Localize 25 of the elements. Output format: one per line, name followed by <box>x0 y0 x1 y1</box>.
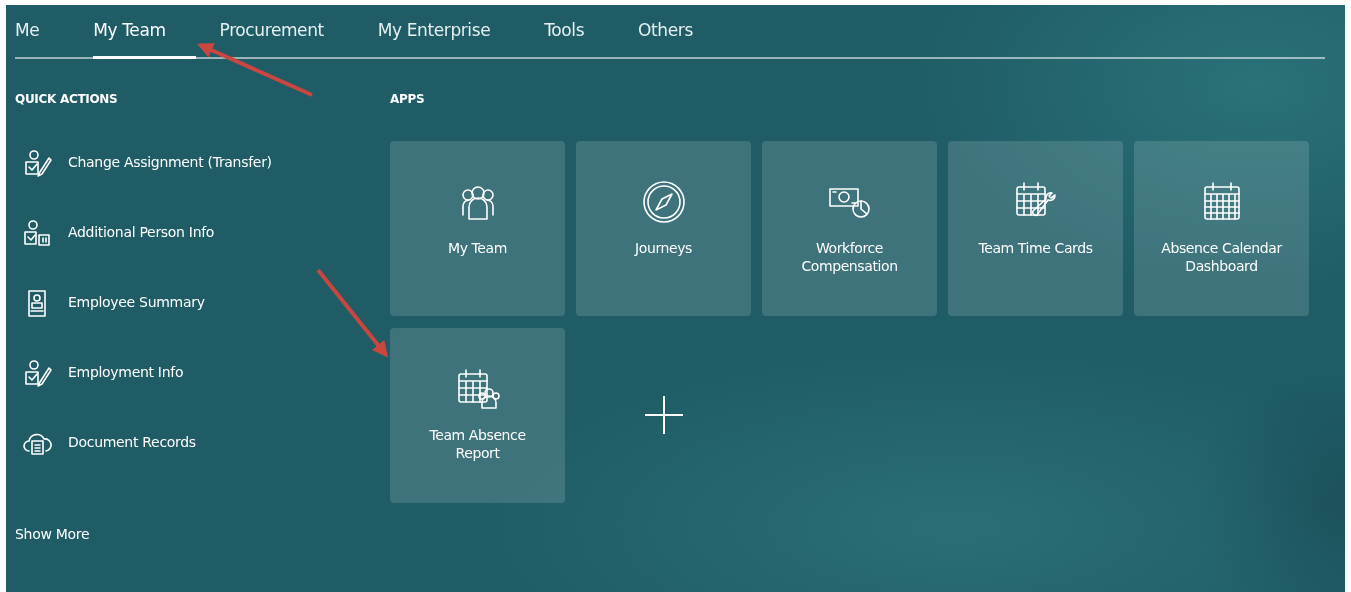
app-tile[interactable]: Team Time Cards <box>948 140 1123 316</box>
quick-action-link[interactable]: Change Assignment (Transfer) <box>15 147 390 178</box>
quick-action-link[interactable]: Document Records <box>15 427 390 458</box>
nav-tab[interactable]: Tools <box>544 18 585 59</box>
app-tile[interactable]: My Team <box>390 140 565 316</box>
section-heading: APPS <box>390 90 426 108</box>
quick-action-link[interactable]: Employment Info <box>15 357 390 388</box>
nav-tab[interactable]: Procurement <box>219 18 324 59</box>
nav-tab[interactable]: My Enterprise <box>377 18 491 59</box>
section-heading: QUICK ACTIONS <box>15 90 119 108</box>
person-edit-icon <box>22 357 52 388</box>
nav-tab[interactable]: Others <box>638 18 693 59</box>
show-more-link[interactable]: Show More <box>15 523 90 545</box>
nav-tab[interactable]: Me <box>15 18 40 59</box>
person-card-icon <box>22 217 52 248</box>
compass-icon <box>640 178 687 225</box>
quick-action-link[interactable]: Additional Person Info <box>15 217 390 248</box>
person-edit-icon <box>22 147 52 178</box>
add-button[interactable] <box>642 394 685 436</box>
quick-action-link[interactable]: Employee Summary <box>15 287 390 318</box>
app-tile[interactable]: Journeys <box>576 140 751 316</box>
app-tile[interactable]: Team Absence Report <box>390 327 565 503</box>
app-tile[interactable]: Workforce Compensation <box>762 140 937 316</box>
app-tile[interactable]: Absence Calendar Dashboard <box>1134 140 1309 316</box>
nav-tab[interactable]: My Team <box>93 18 196 59</box>
